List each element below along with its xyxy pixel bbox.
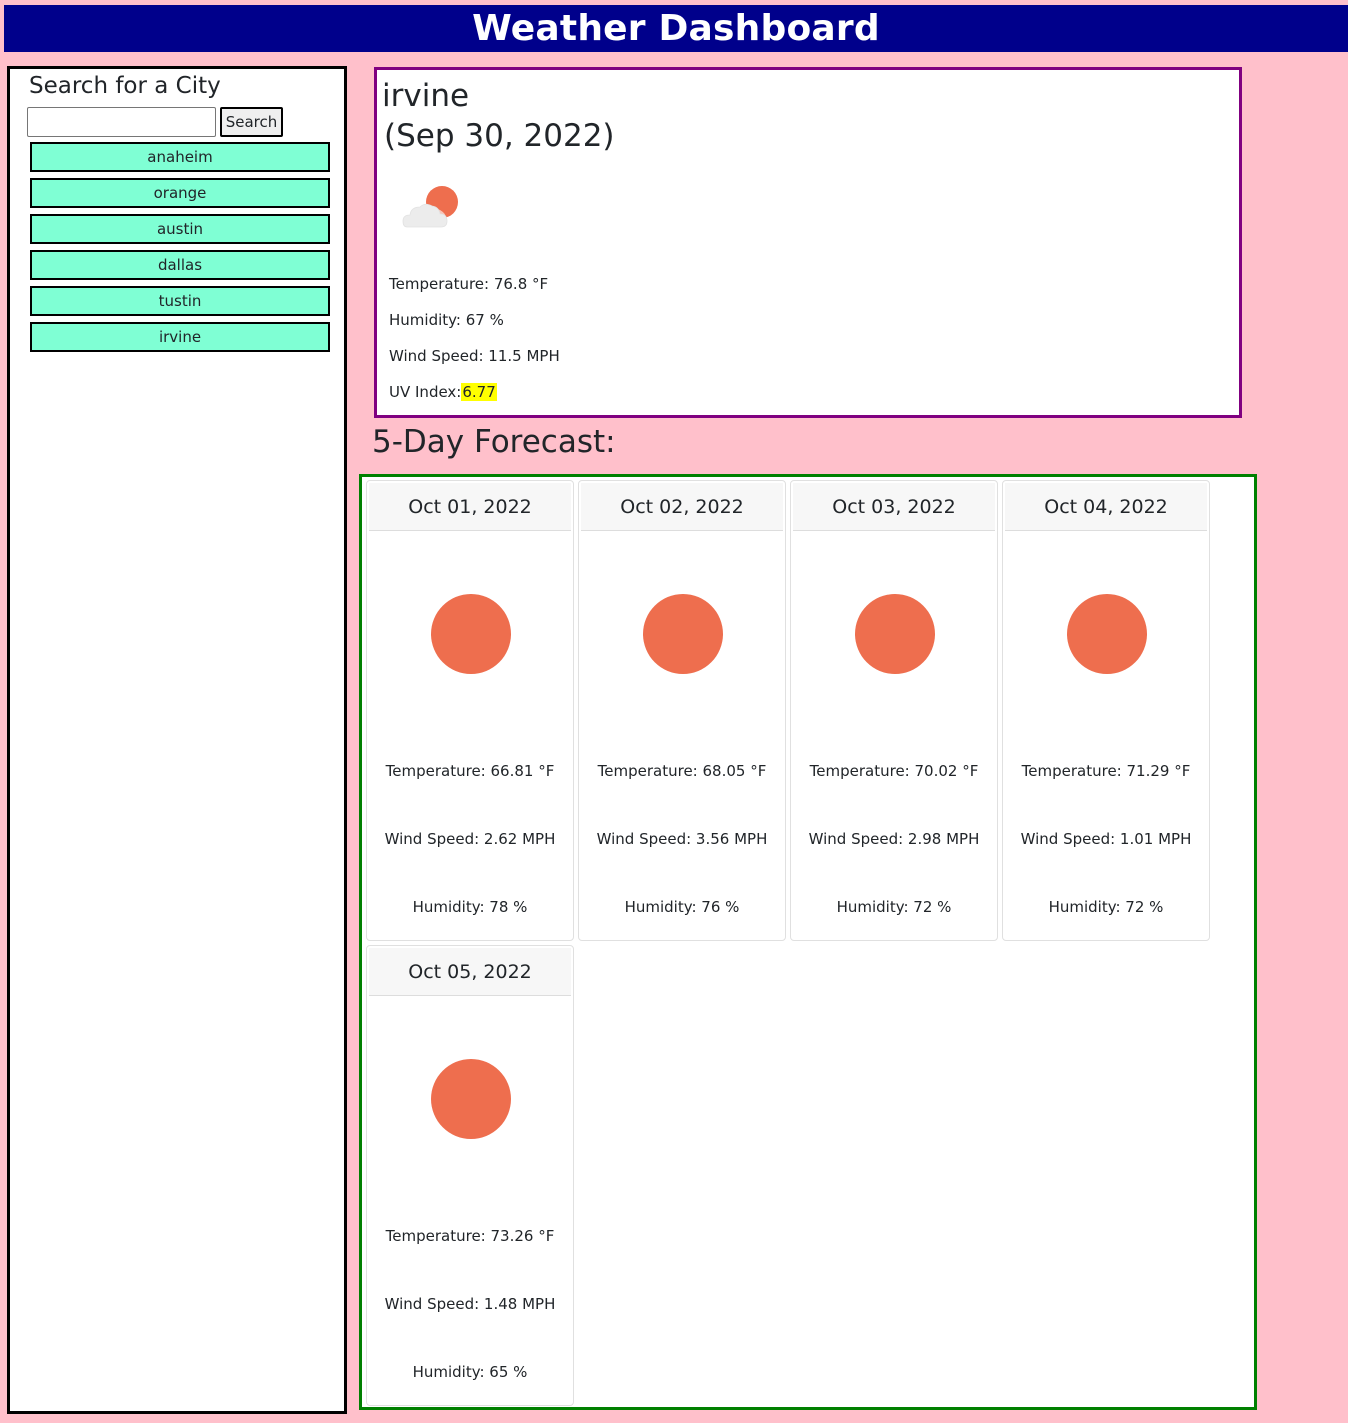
forecast-wind-speed: Wind Speed: 2.98 MPH: [808, 830, 980, 848]
uv-index-value: 6.77: [461, 383, 497, 401]
forecast-temperature: Temperature: 68.05 °F: [597, 762, 767, 780]
sun-icon: [431, 594, 511, 674]
sun-icon: [1067, 594, 1147, 674]
forecast-humidity: Humidity: 76 %: [624, 898, 740, 916]
city-search-input[interactable]: [27, 107, 216, 137]
forecast-humidity: Humidity: 65 %: [412, 1363, 528, 1381]
current-wind-speed: Wind Speed: 11.5 MPH: [389, 347, 560, 365]
forecast-card: Oct 05, 2022 Temperature: 73.26 °F Wind …: [366, 945, 574, 1406]
forecast-title: 5-Day Forecast:: [372, 424, 616, 460]
sun-icon: [643, 594, 723, 674]
forecast-temperature: Temperature: 73.26 °F: [385, 1227, 555, 1245]
forecast-date: Oct 05, 2022: [369, 948, 571, 996]
forecast-date: Oct 01, 2022: [369, 483, 571, 531]
search-history-list: anaheim orange austin dallas tustin irvi…: [30, 142, 330, 358]
forecast-wind-speed: Wind Speed: 3.56 MPH: [596, 830, 768, 848]
forecast-date: Oct 02, 2022: [581, 483, 783, 531]
history-button-austin[interactable]: austin: [30, 214, 330, 244]
current-city-name: irvine: [382, 78, 470, 114]
history-button-tustin[interactable]: tustin: [30, 286, 330, 316]
forecast-wind-speed: Wind Speed: 2.62 MPH: [384, 830, 556, 848]
partly-cloudy-icon: [402, 186, 458, 229]
current-humidity: Humidity: 67 %: [389, 311, 504, 329]
history-button-irvine[interactable]: irvine: [30, 322, 330, 352]
current-weather-panel: irvine (Sep 30, 2022) Temperature: 76.8 …: [374, 67, 1242, 418]
search-title: Search for a City: [29, 73, 221, 99]
forecast-humidity: Humidity: 72 %: [836, 898, 952, 916]
forecast-card: Oct 01, 2022 Temperature: 66.81 °F Wind …: [366, 480, 574, 941]
history-button-orange[interactable]: orange: [30, 178, 330, 208]
forecast-wind-speed: Wind Speed: 1.01 MPH: [1020, 830, 1192, 848]
history-button-anaheim[interactable]: anaheim: [30, 142, 330, 172]
current-date: (Sep 30, 2022): [384, 118, 615, 154]
forecast-date: Oct 04, 2022: [1005, 483, 1207, 531]
forecast-temperature: Temperature: 71.29 °F: [1021, 762, 1191, 780]
forecast-temperature: Temperature: 66.81 °F: [385, 762, 555, 780]
page-header: Weather Dashboard: [4, 5, 1348, 52]
forecast-wind-speed: Wind Speed: 1.48 MPH: [384, 1295, 556, 1313]
sun-icon: [855, 594, 935, 674]
forecast-humidity: Humidity: 78 %: [412, 898, 528, 916]
forecast-card: Oct 02, 2022 Temperature: 68.05 °F Wind …: [578, 480, 786, 941]
page-title: Weather Dashboard: [472, 8, 880, 49]
forecast-humidity: Humidity: 72 %: [1048, 898, 1164, 916]
forecast-panel: Oct 01, 2022 Temperature: 66.81 °F Wind …: [359, 474, 1257, 1410]
forecast-date: Oct 03, 2022: [793, 483, 995, 531]
forecast-card: Oct 03, 2022 Temperature: 70.02 °F Wind …: [790, 480, 998, 941]
forecast-temperature: Temperature: 70.02 °F: [809, 762, 979, 780]
sun-icon: [431, 1059, 511, 1139]
search-button[interactable]: Search: [220, 107, 283, 137]
uv-index-label: UV Index:: [389, 383, 462, 401]
history-button-dallas[interactable]: dallas: [30, 250, 330, 280]
current-uv-index: UV Index:6.77: [389, 381, 497, 403]
search-sidebar: Search for a City Search anaheim orange …: [7, 66, 347, 1414]
current-temperature: Temperature: 76.8 °F: [389, 275, 549, 293]
forecast-card: Oct 04, 2022 Temperature: 71.29 °F Wind …: [1002, 480, 1210, 941]
